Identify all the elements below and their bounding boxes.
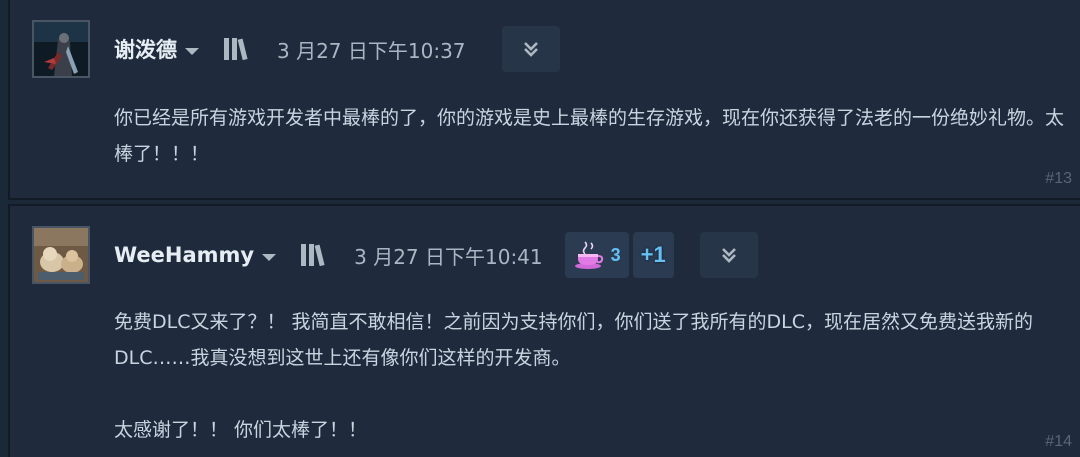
avatar[interactable] [32, 20, 90, 78]
double-chevron-down-icon [523, 42, 538, 57]
comment-post: 谢泼德 3 月27 日下午10:37 你已经是所有游戏开发者中最棒的了，你的游戏… [8, 0, 1080, 200]
library-icon[interactable] [300, 242, 330, 268]
avatar[interactable] [32, 226, 90, 284]
post-body: 你已经是所有游戏开发者中最棒的了，你的游戏是史上最棒的生存游戏，现在你还获得了法… [114, 107, 1065, 165]
collapse-button[interactable] [699, 232, 758, 278]
award-count: 3 [610, 244, 621, 265]
double-chevron-down-icon [721, 248, 736, 263]
post-number[interactable]: #13 [1045, 170, 1072, 188]
post-number[interactable]: #14 [1045, 433, 1072, 451]
post-header: WeeHammy 3 月27 日下午10:41 3 +1 [114, 232, 758, 278]
author-name[interactable]: WeeHammy [114, 243, 254, 267]
awards: 3 +1 [564, 232, 674, 278]
award-chip[interactable]: 3 [564, 232, 629, 278]
collapse-button[interactable] [501, 26, 560, 72]
plus-one-award[interactable]: +1 [632, 232, 674, 278]
post-header: 谢泼德 3 月27 日下午10:37 [114, 26, 560, 72]
author-name[interactable]: 谢泼德 [114, 34, 177, 64]
post-timestamp: 3 月27 日下午10:41 [354, 244, 543, 269]
post-timestamp: 3 月27 日下午10:37 [277, 38, 466, 63]
author-menu-caret-icon[interactable] [185, 47, 199, 55]
tea-cup-award-icon [574, 241, 603, 269]
post-body: 免费DLC又来了？！ 我简直不敢相信！之前因为支持你们，你们送了我所有的DLC，… [114, 311, 1034, 441]
comment-post: WeeHammy 3 月27 日下午10:41 3 +1 免费DLC又来了？！ … [8, 204, 1080, 457]
author-menu-caret-icon[interactable] [262, 253, 277, 261]
plus-one-label: +1 [640, 242, 666, 267]
library-icon[interactable] [223, 36, 253, 62]
